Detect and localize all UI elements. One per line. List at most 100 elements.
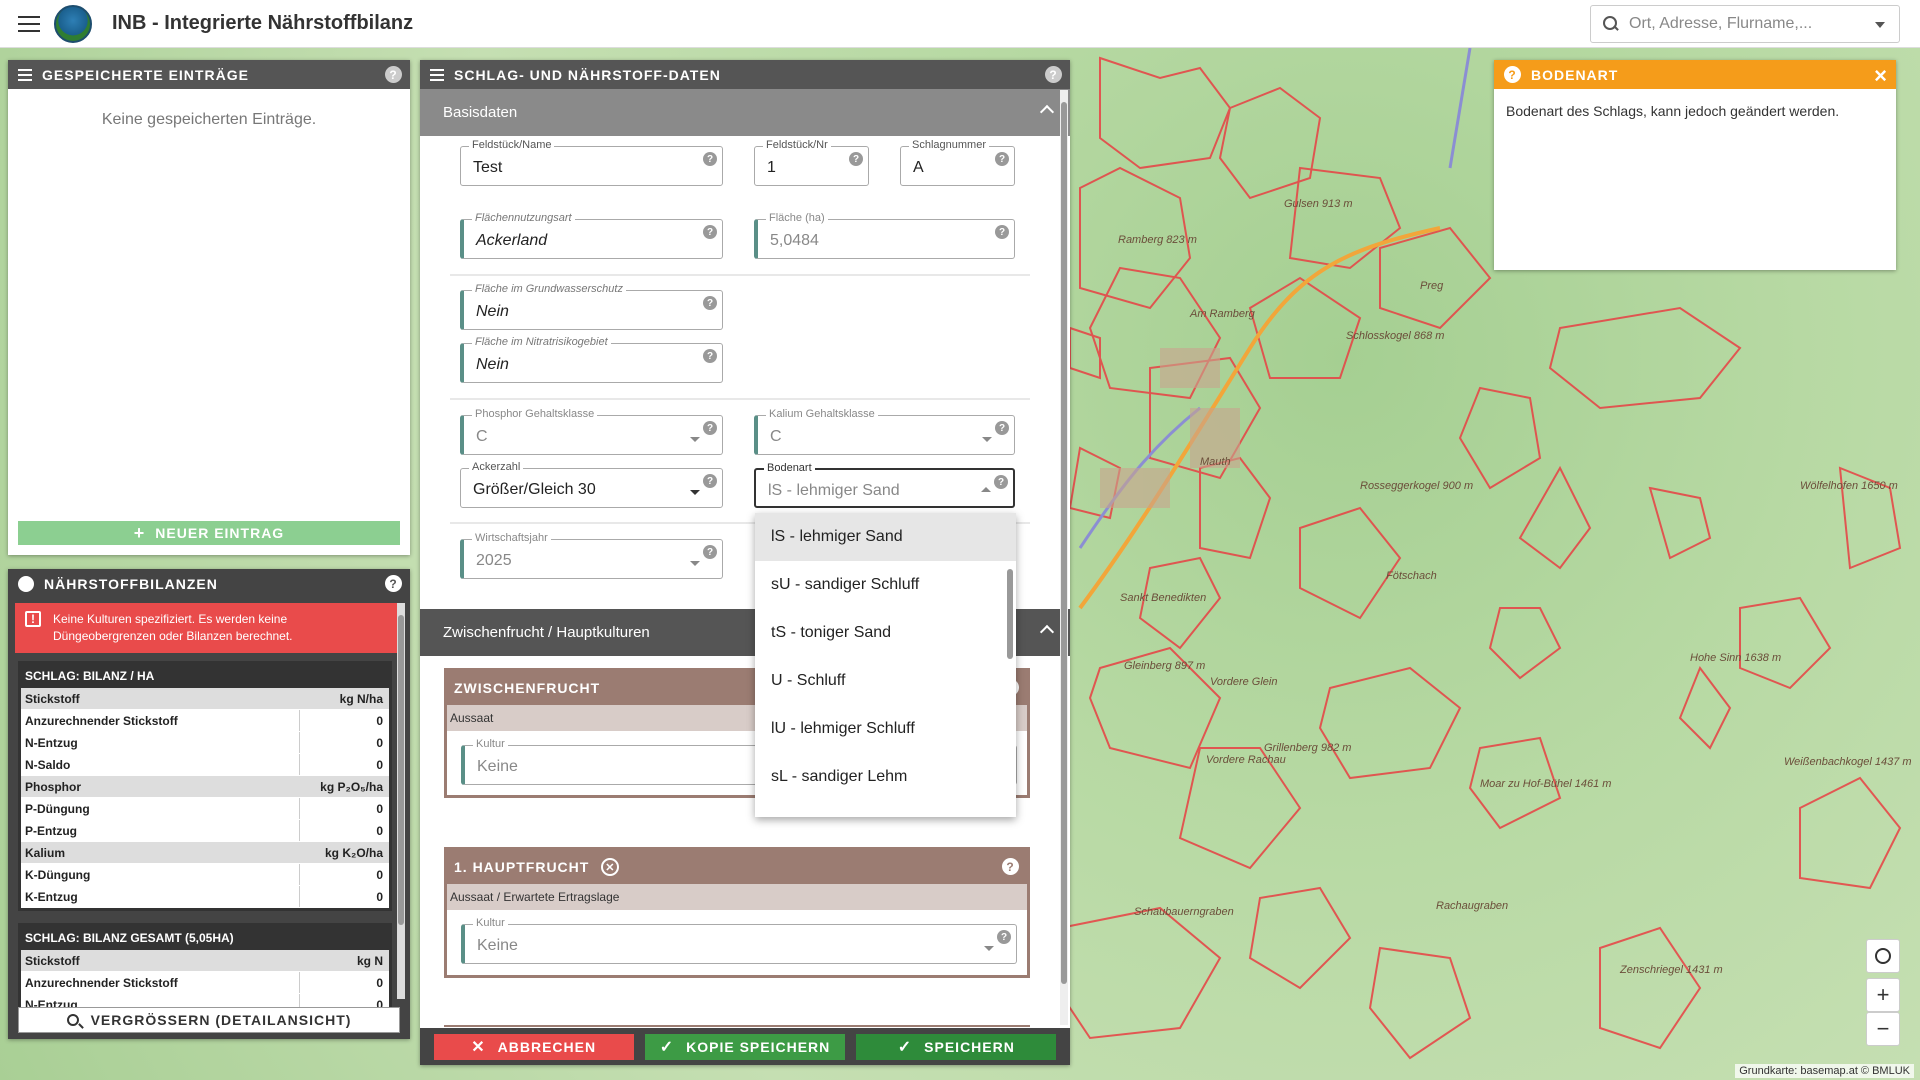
- list-icon: [18, 68, 32, 81]
- help-icon[interactable]: ?: [703, 296, 717, 310]
- field-value[interactable]: lS - lehmiger Sand: [768, 482, 900, 500]
- section-basisdaten[interactable]: Basisdaten: [420, 89, 1070, 136]
- scrollbar[interactable]: [1006, 519, 1014, 811]
- help-icon[interactable]: ?: [995, 152, 1009, 166]
- field-value[interactable]: 2025: [476, 552, 512, 570]
- locate-button[interactable]: [1866, 939, 1900, 973]
- panel-title: GESPEICHERTE EINTRÄGE: [42, 66, 249, 83]
- help-icon[interactable]: ?: [703, 545, 717, 559]
- plus-icon: +: [133, 522, 146, 543]
- dropdown-option[interactable]: tS - toniger Sand: [755, 609, 1016, 657]
- dropdown-option[interactable]: lU - lehmiger Schluff: [755, 705, 1016, 753]
- help-icon[interactable]: ?: [994, 475, 1008, 489]
- help-icon[interactable]: ?: [1002, 858, 1019, 875]
- chevron-down-icon[interactable]: [690, 437, 700, 442]
- remove-crop-icon[interactable]: ✕: [601, 858, 620, 876]
- zoom-in-button[interactable]: +: [1866, 978, 1900, 1012]
- search-input[interactable]: [1629, 15, 1869, 33]
- balance-table-per-ha: SCHLAG: BILANZ / HA Stickstoff kg N/ha An…: [18, 661, 392, 911]
- kalium-gehaltsklasse-select[interactable]: Kalium Gehaltsklasse C ?: [754, 408, 1015, 455]
- flaeche-field: Fläche (ha) 5,0484 ?: [754, 212, 1015, 259]
- help-icon[interactable]: ?: [703, 474, 717, 488]
- dropdown-option[interactable]: sU - sandiger Schluff: [755, 561, 1016, 609]
- help-icon[interactable]: ?: [703, 225, 717, 239]
- cancel-button[interactable]: ✕ ABBRECHEN: [433, 1033, 634, 1060]
- dropdown-option[interactable]: U - Schluff: [755, 657, 1016, 705]
- row-value: 0: [299, 864, 389, 885]
- feldstueck-nr-field[interactable]: Feldstück/Nr 1 ?: [754, 139, 869, 186]
- popup-text: Bodenart des Schlags, kann jedoch geände…: [1506, 103, 1840, 119]
- panel-header: SCHLAG- UND NÄHRSTOFF-DATEN ?: [420, 60, 1070, 89]
- dropdown-option[interactable]: sL - sandiger Lehm: [755, 753, 1016, 801]
- help-icon[interactable]: ?: [385, 575, 402, 592]
- scrollbar-thumb[interactable]: [1007, 569, 1013, 659]
- field-label: Schlagnummer: [909, 139, 989, 151]
- dropdown-option[interactable]: lS - lehmiger Sand: [755, 513, 1016, 561]
- help-icon[interactable]: ?: [385, 66, 402, 83]
- help-icon[interactable]: ?: [703, 152, 717, 166]
- phosphor-gehaltsklasse-select[interactable]: Phosphor Gehaltsklasse C ?: [460, 408, 723, 455]
- panel-title: SCHLAG- UND NÄHRSTOFF-DATEN: [454, 66, 721, 83]
- close-icon[interactable]: ×: [1874, 63, 1888, 89]
- check-icon: ✓: [659, 1038, 675, 1056]
- help-icon[interactable]: ?: [703, 421, 717, 435]
- search-box[interactable]: [1590, 5, 1900, 43]
- chevron-down-icon[interactable]: [690, 561, 700, 566]
- bodenart-dropdown-menu[interactable]: lS - lehmiger Sand sU - sandiger Schluff…: [755, 513, 1016, 817]
- help-icon[interactable]: ?: [849, 152, 863, 166]
- map-label: Vordere Glein: [1210, 676, 1278, 688]
- wirtschaftsjahr-select[interactable]: Wirtschaftsjahr 2025 ?: [460, 532, 723, 579]
- chevron-up-icon[interactable]: [1039, 104, 1055, 120]
- zoom-out-button[interactable]: −: [1866, 1012, 1900, 1046]
- chevron-down-icon[interactable]: [984, 946, 994, 951]
- help-icon[interactable]: ?: [703, 349, 717, 363]
- save-button[interactable]: ✓ SPEICHERN: [856, 1033, 1057, 1060]
- field-value[interactable]: A: [913, 159, 924, 177]
- map-label: Rachaugraben: [1436, 900, 1509, 912]
- divider: [450, 274, 1030, 276]
- panel-title: NÄHRSTOFFBILANZEN: [44, 575, 218, 592]
- chevron-up-icon[interactable]: [981, 487, 991, 492]
- schlagnummer-field[interactable]: Schlagnummer A ?: [900, 139, 1015, 186]
- chevron-down-icon[interactable]: [1875, 22, 1885, 28]
- new-entry-button[interactable]: + NEUER EINTRAG: [18, 521, 400, 545]
- help-icon[interactable]: ?: [995, 421, 1009, 435]
- field-value[interactable]: C: [770, 428, 782, 446]
- help-icon[interactable]: ?: [997, 930, 1011, 944]
- field-label: Fläche im Nitratrisikogebiet: [472, 336, 611, 348]
- field-value[interactable]: Größer/Gleich 30: [473, 481, 596, 499]
- field-value[interactable]: Test: [473, 159, 502, 177]
- card-subheader: Aussaat / Erwartete Ertragslage: [447, 884, 1027, 910]
- table-row: P-Düngung 0: [21, 798, 389, 820]
- scrollbar[interactable]: [397, 603, 405, 999]
- saved-entries-panel: GESPEICHERTE EINTRÄGE ? Keine gespeicher…: [8, 60, 410, 555]
- map-label: Grillenberg 982 m: [1264, 742, 1352, 754]
- app-title: INB - Integrierte Nährstoffbilanz: [112, 12, 414, 34]
- chevron-up-icon[interactable]: [1039, 624, 1055, 640]
- ackerzahl-select[interactable]: Ackerzahl Größer/Gleich 30 ?: [460, 461, 723, 508]
- field-value[interactable]: 1: [767, 159, 776, 177]
- field-value[interactable]: Keine: [477, 758, 518, 776]
- chevron-down-icon[interactable]: [690, 490, 700, 495]
- card-header: 1. HAUPTFRUCHT ✕ ?: [447, 850, 1027, 884]
- feldstueck-name-field[interactable]: Feldstück/Name Test ?: [460, 139, 723, 186]
- flaechennutzungsart-field: Flächennutzungsart Ackerland ?: [460, 212, 723, 259]
- save-copy-button[interactable]: ✓ KOPIE SPEICHERN: [644, 1033, 845, 1060]
- menu-icon[interactable]: [18, 15, 40, 32]
- bodenart-select[interactable]: Bodenart lS - lehmiger Sand ?: [754, 462, 1015, 508]
- map-attribution: Grundkarte: basemap.at © BMLUK: [1735, 1064, 1914, 1078]
- scrollbar-thumb[interactable]: [1061, 102, 1067, 984]
- scrollbar-thumb[interactable]: [398, 615, 404, 925]
- map-label: Schaubauerngraben: [1134, 906, 1234, 918]
- field-value[interactable]: C: [476, 428, 488, 446]
- hauptfrucht-kultur-select[interactable]: Kultur Keine ?: [461, 917, 1017, 964]
- chevron-down-icon[interactable]: [982, 437, 992, 442]
- field-value[interactable]: Keine: [477, 937, 518, 955]
- enlarge-detail-button[interactable]: VERGRÖSSERN (DETAILANSICHT): [18, 1007, 400, 1033]
- map-label: Gulsen 913 m: [1284, 198, 1353, 210]
- panel-header: NÄHRSTOFFBILANZEN ?: [8, 569, 410, 598]
- magnifier-icon: [66, 1014, 79, 1026]
- help-icon[interactable]: ?: [1045, 66, 1062, 83]
- help-icon[interactable]: ?: [995, 225, 1009, 239]
- scrollbar[interactable]: [1060, 90, 1068, 1025]
